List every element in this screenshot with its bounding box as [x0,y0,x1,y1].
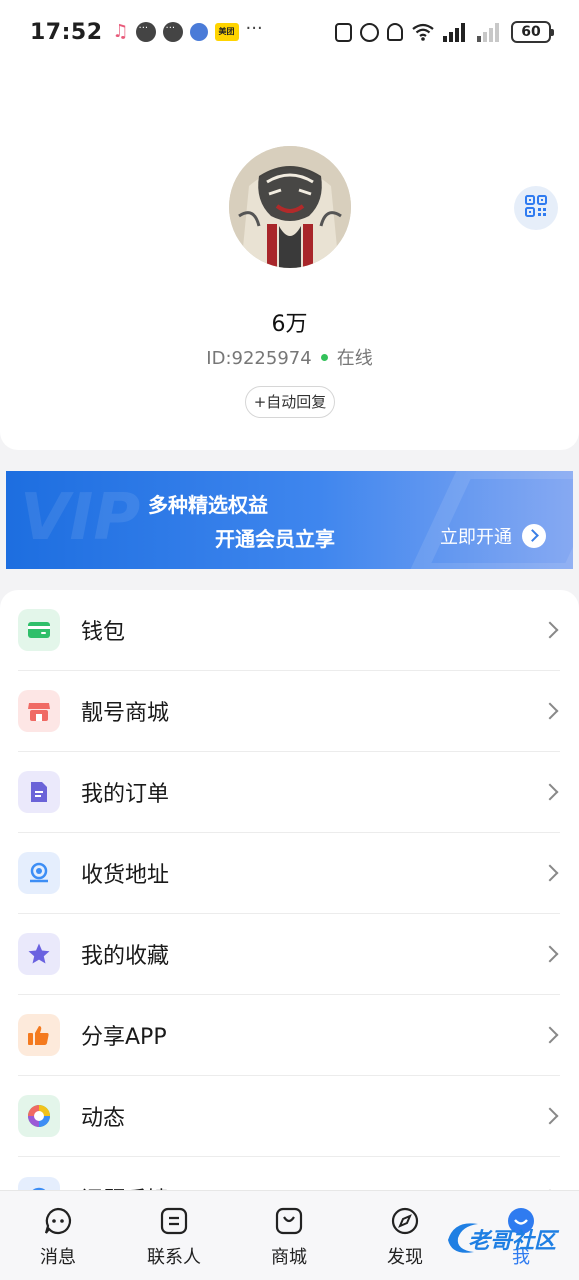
nav-label-messages: 消息 [40,1247,76,1268]
location-icon [18,852,60,894]
user-id: ID:9225974 [206,348,312,369]
chevron-right-icon [541,1107,559,1125]
order-icon [18,771,60,813]
menu-label-share: 分享APP [81,1025,167,1050]
menu-label-moments: 动态 [81,1106,126,1131]
chevron-right-icon [541,1026,559,1044]
nav-tab-mall[interactable]: 商城 [239,1205,339,1269]
menu-label-address: 收货地址 [81,863,170,888]
battery-indicator: 60 [511,21,554,43]
menu-label-favorites: 我的收藏 [81,944,170,969]
nickname: 6万 [271,312,308,337]
star-icon [18,933,60,975]
mute-bell-icon [387,23,403,41]
signal-weak-icon [477,22,503,42]
nav-label-discover: 发现 [387,1247,423,1268]
menu-item-shop[interactable]: 靓号商城 [18,671,560,752]
notification-icons: ♫ 美团 ··· [112,18,268,42]
nfc-icon [335,22,352,42]
contacts-icon [158,1205,190,1237]
qr-code-button[interactable] [514,186,558,230]
wallet-icon [18,609,60,651]
alarm-icon [360,22,379,42]
menu-item-address[interactable]: 收货地址 [18,833,560,914]
vip-decoration [405,471,573,569]
vip-headline: 多种精选权益 [148,493,268,517]
watermark-logo: 老哥社区 [444,1214,566,1260]
camera-lens-icon [18,1095,60,1137]
menu-label-shop: 靓号商城 [81,701,170,726]
vip-watermark: VIP [20,481,141,555]
chevron-right-icon [541,945,559,963]
more-notifications-icon: ··· [245,18,263,39]
browser-icon [189,23,208,41]
menu-item-wallet[interactable]: 钱包 [18,590,560,671]
chevron-right-icon [541,621,559,639]
user-id-line: ID:9225974 在线 [0,344,579,370]
svg-text:老哥社区: 老哥社区 [468,1228,560,1254]
status-bar: 17:52 ♫ 美团 ··· 60 [0,0,579,64]
chevron-right-icon [541,783,559,801]
menu-label-orders: 我的订单 [81,782,170,807]
menu-item-moments[interactable]: 动态 [18,1076,560,1157]
signal-5g-icon [443,22,469,42]
menu-item-share[interactable]: 分享APP [18,995,560,1076]
vip-open-label: 立即开通 [440,527,512,548]
chevron-right-icon [541,864,559,882]
wifi-icon [411,22,435,42]
online-status: 在线 [336,348,373,369]
nav-label-contacts: 联系人 [147,1247,201,1268]
vip-banner[interactable]: VIP 多种精选权益 开通会员立享 立即开通 [6,471,573,569]
shop-bag-icon [273,1205,305,1237]
auto-reply-button[interactable]: +自动回复 [245,386,335,418]
chat-bubble-icon [162,22,183,42]
system-status-icons: 60 [335,21,554,43]
profile-card: 6万 ID:9225974 在线 +自动回复 [0,64,579,450]
chevron-right-icon [541,702,559,720]
compass-icon [389,1205,421,1237]
nav-tab-discover[interactable]: 发现 [355,1205,455,1269]
thumbs-up-icon [18,1014,60,1056]
menu-item-favorites[interactable]: 我的收藏 [18,914,560,995]
shop-icon [18,690,60,732]
chat-bubble-icon [135,22,156,42]
nav-label-mall: 商城 [271,1247,307,1268]
vip-subheadline: 开通会员立享 [215,527,335,551]
avatar[interactable] [229,146,351,268]
qr-code-icon [525,195,547,221]
status-time: 17:52 [30,19,103,45]
nav-tab-messages[interactable]: 消息 [8,1205,108,1269]
message-icon [42,1205,74,1237]
nav-tab-contacts[interactable]: 联系人 [124,1205,224,1269]
chevron-right-circle-icon [522,524,546,548]
menu-list: 钱包 靓号商城 我的订单 收货地址 我的收藏 分享APP 动态 [0,590,579,1280]
menu-label-wallet: 钱包 [81,620,126,645]
meituan-icon: 美团 [214,23,239,41]
music-note-icon: ♫ [112,21,129,42]
vip-open-button[interactable]: 立即开通 [440,523,546,549]
online-status-dot [320,354,328,361]
menu-item-orders[interactable]: 我的订单 [18,752,560,833]
